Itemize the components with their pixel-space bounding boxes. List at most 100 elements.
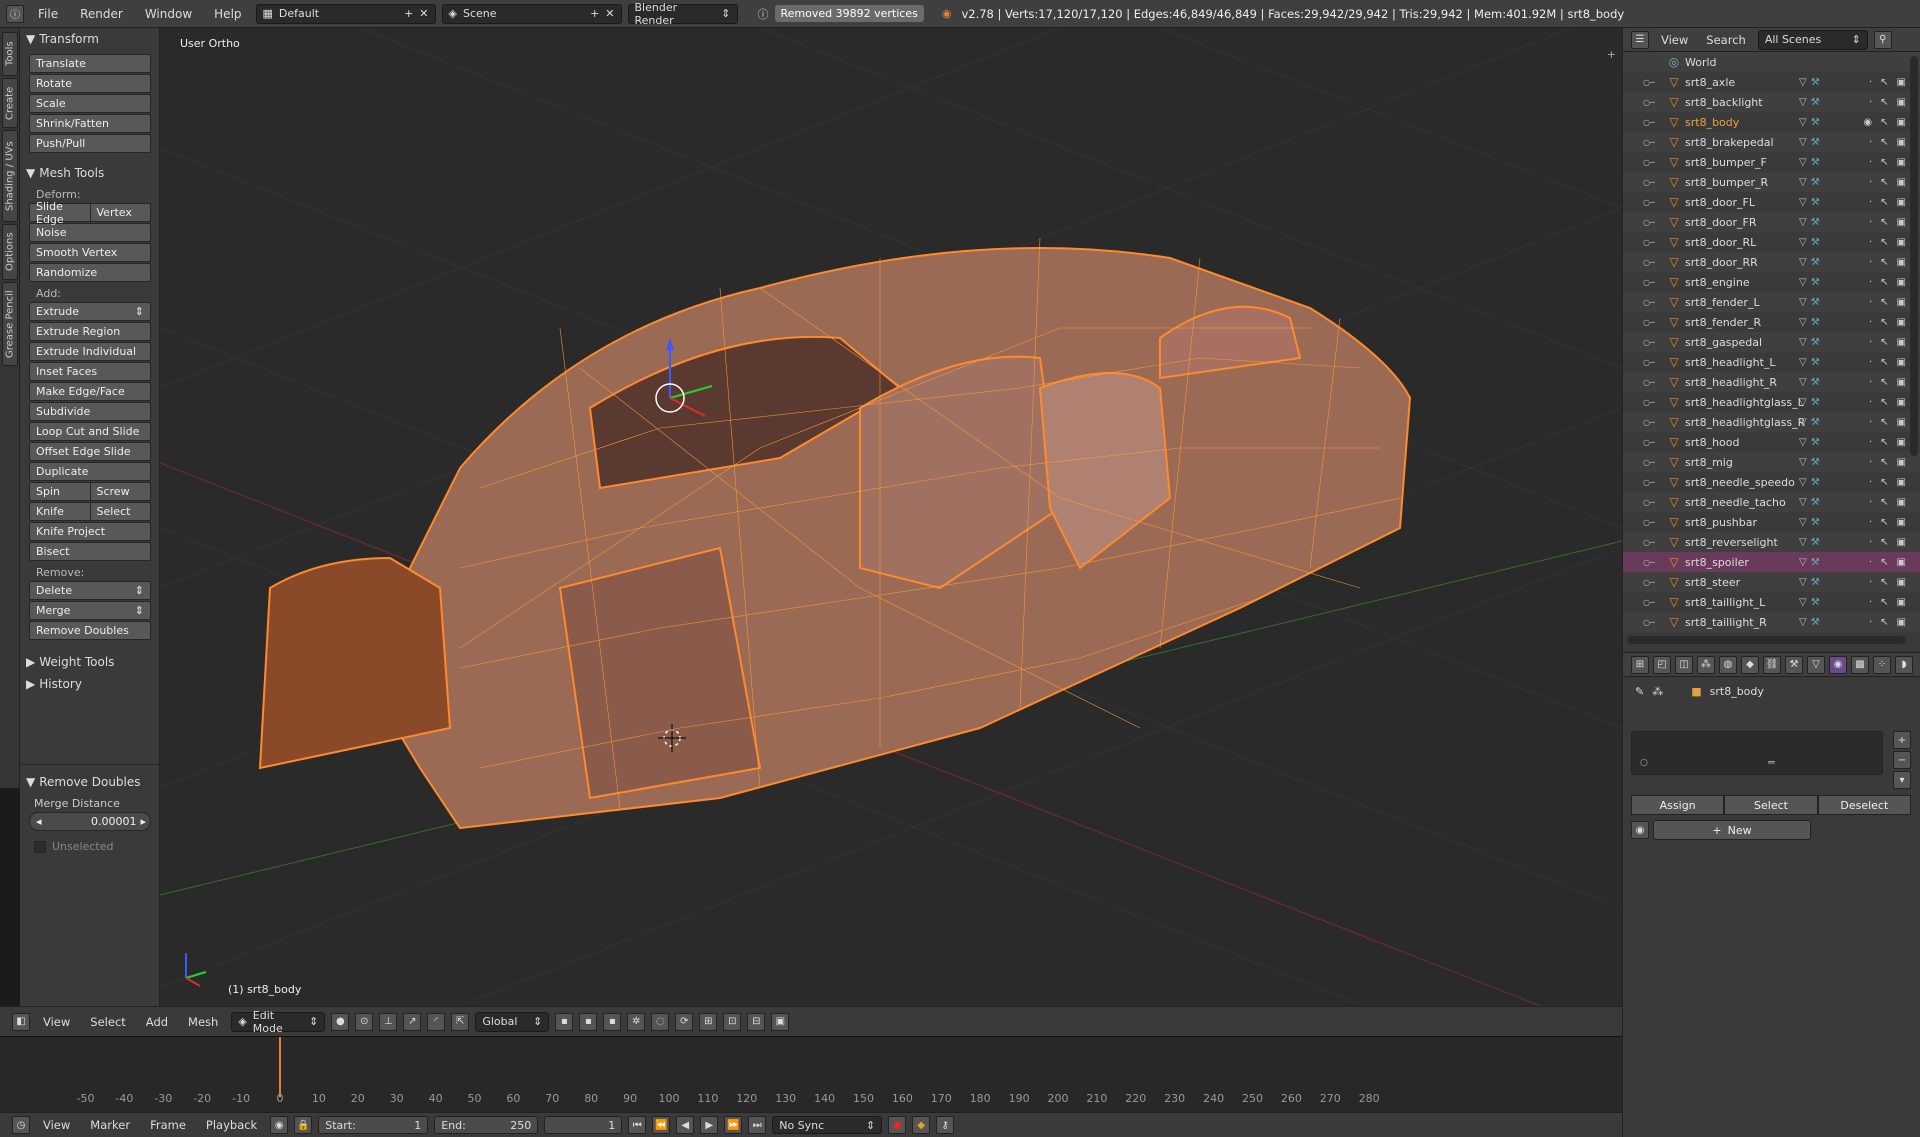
deselect-button[interactable]: Deselect	[1817, 795, 1911, 815]
3d-viewport[interactable]: User Ortho (1) srt8_body +	[160, 28, 1622, 1006]
selectable-arrow-icon[interactable]: ↖	[1880, 217, 1888, 228]
modifier-wrench-icon[interactable]: ⚒	[1811, 257, 1820, 268]
outliner-item[interactable]: ○─ ▽ srt8_taillight_R ▽ ⚒ · ↖ ▣	[1623, 612, 1920, 632]
render-camera-icon[interactable]: ▣	[1897, 397, 1906, 408]
visibility-eye-icon[interactable]: ·	[1869, 157, 1872, 168]
mesh-data-icon[interactable]: ▽	[1799, 217, 1807, 228]
slide-edge-button[interactable]: Slide Edge	[30, 200, 91, 226]
selectable-arrow-icon[interactable]: ↖	[1880, 477, 1888, 488]
menu-frame[interactable]: Frame	[143, 1118, 193, 1132]
mesh-data-icon[interactable]: ▽	[1799, 597, 1807, 608]
tab-create[interactable]: Create	[2, 78, 18, 128]
outliner-item[interactable]: ○─ ▽ srt8_fender_L ▽ ⚒ · ↖ ▣	[1623, 292, 1920, 312]
mesh-data-icon[interactable]: ▽	[1799, 457, 1807, 468]
selectable-arrow-icon[interactable]: ↖	[1880, 197, 1888, 208]
modifier-wrench-icon[interactable]: ⚒	[1811, 317, 1820, 328]
layer-1-icon[interactable]: ▪	[555, 1012, 574, 1031]
menu-render[interactable]: Render	[72, 7, 131, 21]
outliner-item[interactable]: ○─ ▽ srt8_spoiler ▽ ⚒ · ↖ ▣	[1623, 552, 1920, 572]
lock-icon[interactable]: 🔒	[294, 1116, 313, 1134]
modifier-wrench-icon[interactable]: ⚒	[1811, 357, 1820, 368]
add-layout-icon[interactable]: +	[404, 7, 413, 20]
end-frame-field[interactable]: End: 250	[434, 1116, 539, 1134]
outliner-hscrollbar[interactable]	[1627, 636, 1906, 644]
visibility-eye-icon[interactable]: ·	[1869, 497, 1872, 508]
mesh-data-icon[interactable]: ▽	[1799, 617, 1807, 628]
selectable-arrow-icon[interactable]: ↖	[1880, 337, 1888, 348]
modifier-wrench-icon[interactable]: ⚒	[1811, 217, 1820, 228]
menu-file[interactable]: File	[30, 7, 66, 21]
visibility-eye-icon[interactable]: ·	[1869, 337, 1872, 348]
play-reverse-icon[interactable]: ◀	[676, 1116, 695, 1134]
render-engine-dropdown[interactable]: Blender Render ⇕	[627, 1, 738, 27]
mesh-data-icon[interactable]: ▽	[1799, 197, 1807, 208]
modifier-wrench-icon[interactable]: ⚒	[1811, 617, 1820, 628]
manipulator-toggle-icon[interactable]: ⊥	[379, 1012, 398, 1031]
selectable-arrow-icon[interactable]: ↖	[1880, 177, 1888, 188]
mesh-data-icon[interactable]: ▽	[1799, 477, 1807, 488]
selectable-arrow-icon[interactable]: ↖	[1880, 577, 1888, 588]
current-frame-field[interactable]: 1	[544, 1116, 623, 1134]
visibility-eye-icon[interactable]: ·	[1869, 397, 1872, 408]
modifier-wrench-icon[interactable]: ⚒	[1811, 237, 1820, 248]
select-button[interactable]: Select	[1724, 795, 1818, 815]
new-material-button[interactable]: + New	[1653, 820, 1811, 840]
material-slots-list[interactable]: ○ ═	[1631, 731, 1883, 775]
visibility-eye-icon[interactable]: ·	[1869, 237, 1872, 248]
world-tab-icon[interactable]: ◍	[1719, 655, 1737, 674]
visibility-eye-icon[interactable]: ·	[1869, 517, 1872, 528]
info-editor-icon[interactable]: ⓘ	[6, 4, 24, 23]
render-camera-icon[interactable]: ▣	[1897, 457, 1906, 468]
modifier-wrench-icon[interactable]: ⚒	[1811, 157, 1820, 168]
mesh-data-icon[interactable]: ▽	[1799, 397, 1807, 408]
menu-mesh[interactable]: Mesh	[181, 1015, 225, 1029]
outliner-vscrollbar[interactable]	[1910, 56, 1918, 456]
delete-dropdown[interactable]: Delete ⇕	[29, 581, 151, 600]
add-scene-icon[interactable]: +	[590, 7, 599, 20]
modifier-wrench-icon[interactable]: ⚒	[1811, 177, 1820, 188]
mesh-data-icon[interactable]: ▽	[1799, 337, 1807, 348]
screen-layout-dropdown[interactable]: ▦ Default + ✕	[255, 3, 436, 24]
knife-select-button[interactable]: Select	[91, 503, 151, 520]
duplicate-button[interactable]: Duplicate	[29, 462, 151, 481]
render-camera-icon[interactable]: ▣	[1897, 237, 1906, 248]
modifier-wrench-icon[interactable]: ⚒	[1811, 597, 1820, 608]
layer-3-icon[interactable]: ▪	[603, 1012, 622, 1031]
selectable-arrow-icon[interactable]: ↖	[1880, 377, 1888, 388]
resize-handle-icon[interactable]: ═	[1768, 756, 1775, 769]
visibility-eye-icon[interactable]: ·	[1869, 557, 1872, 568]
proportional-edit-icon[interactable]: ◌	[651, 1012, 670, 1031]
modifier-wrench-icon[interactable]: ⚒	[1811, 477, 1820, 488]
knife-project-button[interactable]: Knife Project	[29, 522, 151, 541]
tab-shading-uvs[interactable]: Shading / UVs	[2, 130, 18, 222]
render-camera-icon[interactable]: ▣	[1897, 77, 1906, 88]
modifier-wrench-icon[interactable]: ⚒	[1811, 117, 1820, 128]
keying-set-icon[interactable]: ◆	[912, 1116, 931, 1134]
constraints-tab-icon[interactable]: ⛓	[1763, 655, 1781, 674]
modifier-wrench-icon[interactable]: ⚒	[1811, 457, 1820, 468]
mesh-data-icon[interactable]: ▽	[1799, 377, 1807, 388]
remove-doubles-button[interactable]: Remove Doubles	[29, 621, 151, 640]
tab-grease-pencil[interactable]: Grease Pencil	[2, 282, 18, 366]
editor-type-3d-icon[interactable]: ◧	[12, 1012, 30, 1031]
overlay-icon[interactable]: ✲	[627, 1012, 646, 1031]
editor-type-properties-icon[interactable]: ⊞	[1631, 655, 1649, 674]
mesh-data-icon[interactable]: ▽	[1799, 537, 1807, 548]
bisect-button[interactable]: Bisect	[29, 542, 151, 561]
sync-dropdown[interactable]: No Sync ⇕	[772, 1116, 883, 1134]
outliner-item[interactable]: ○─ ▽ srt8_taillight_L ▽ ⚒ · ↖ ▣	[1623, 592, 1920, 612]
mesh-data-icon[interactable]: ▽	[1799, 277, 1807, 288]
outliner-item[interactable]: ○─ ▽ srt8_reverselight ▽ ⚒ · ↖ ▣	[1623, 532, 1920, 552]
occlude-geometry-icon[interactable]: ⊡	[723, 1012, 742, 1031]
modifier-wrench-icon[interactable]: ⚒	[1811, 337, 1820, 348]
visibility-eye-icon[interactable]: ◉	[1863, 117, 1872, 128]
selectable-arrow-icon[interactable]: ↖	[1880, 517, 1888, 528]
render-camera-icon[interactable]: ▣	[1897, 417, 1906, 428]
visibility-eye-icon[interactable]: ·	[1869, 317, 1872, 328]
outliner-world-row[interactable]: ◎ World	[1623, 52, 1920, 72]
outliner-item[interactable]: ○─ ▽ srt8_door_RR ▽ ⚒ · ↖ ▣	[1623, 252, 1920, 272]
mesh-data-icon[interactable]: ▽	[1799, 297, 1807, 308]
selectable-arrow-icon[interactable]: ↖	[1880, 257, 1888, 268]
mesh-data-icon[interactable]: ▽	[1799, 357, 1807, 368]
menu-select[interactable]: Select	[83, 1015, 132, 1029]
